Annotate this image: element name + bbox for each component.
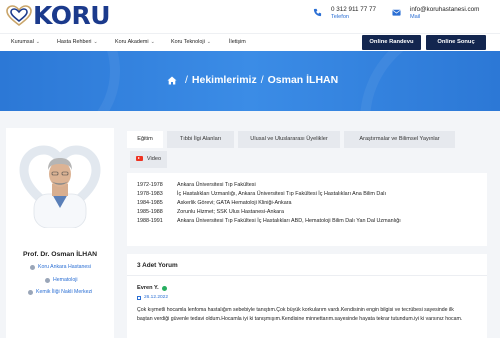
chevron-down-icon: ⌄: [206, 39, 211, 45]
koru-heart-logo-icon: [6, 5, 32, 27]
hospital-icon: [30, 264, 35, 270]
calendar-icon: [137, 295, 141, 300]
doctor-center[interactable]: Kemik İliği Nakli Merkezi: [28, 289, 92, 295]
nav-item-iletisim[interactable]: İletişim: [229, 39, 246, 45]
education-years: 1984-1985: [137, 200, 163, 206]
doctor-photo: [14, 134, 106, 228]
nav-item-kurumsal[interactable]: Kurumsal ⌄: [11, 39, 40, 45]
phone-label: Telefon: [331, 14, 350, 20]
comment-date-text: 26.12.2022: [144, 295, 169, 300]
education-years: 1978-1983: [137, 191, 163, 197]
hospital-label: Koru Ankara Hastanesi: [38, 264, 92, 270]
department-label: Hematoloji: [53, 277, 78, 283]
verified-check-icon: [161, 285, 167, 291]
online-result-button[interactable]: Online Sonuç: [426, 35, 486, 50]
doctor-profile-card: [6, 128, 114, 338]
education-row: 1972-1978 Ankara Üniversitesi Tıp Fakülte…: [137, 182, 256, 188]
comment-date: 26.12.2022: [137, 295, 168, 300]
education-row: 1985-1988 Zorunlu Hizmet; SSK Ulus Hastan…: [137, 209, 284, 215]
logo-wordmark: KORU: [33, 1, 111, 30]
nav-label: Kurumsal: [11, 39, 34, 45]
nav-item-koru-teknoloji[interactable]: Koru Teknoloji ⌄: [171, 39, 211, 45]
education-years: 1972-1978: [137, 182, 163, 188]
nav-label: Hasta Rehberi: [57, 39, 92, 45]
home-icon[interactable]: [167, 76, 177, 85]
chevron-down-icon: ⌄: [150, 39, 155, 45]
tab-video-label: Video: [146, 156, 162, 162]
youtube-icon: [135, 156, 143, 162]
breadcrumb-current: Osman İLHAN: [267, 74, 339, 86]
comments-title: 3 Adet Yorum: [137, 262, 178, 269]
education-row: 1978-1983 İç Hastalıkları Uzmanlığı, Anka…: [137, 191, 386, 197]
education-text: Ankara Üniversitesi Tıp Fakültesi İç Has…: [177, 218, 401, 224]
doctor-name: Prof. Dr. Osman İLHAN: [22, 251, 98, 258]
koru-logo[interactable]: KORU: [6, 1, 111, 30]
breadcrumb: / Hekimlerimiz / Osman İLHAN: [167, 74, 338, 86]
phone-icon: [313, 8, 322, 17]
banner-decor: [0, 51, 120, 111]
nav-label: Koru Akademi: [115, 39, 149, 45]
education-years: 1988-1991: [137, 218, 163, 224]
education-text: Ankara Üniversitesi Tıp Fakültesi: [177, 182, 256, 188]
chevron-down-icon: ⌄: [93, 39, 98, 45]
mail-icon: [392, 9, 401, 16]
education-row: 1984-1985 Askerlik Görevi; GATA Hematoloj…: [137, 200, 292, 206]
tab-uyelikler[interactable]: Ulusal ve Uluslararası Üyelikler: [238, 131, 340, 148]
banner-decor: [360, 51, 500, 111]
nav-item-hasta-rehberi[interactable]: Hasta Rehberi ⌄: [57, 39, 98, 45]
department-icon: [45, 277, 50, 283]
phone-contact[interactable]: 0 312 911 77 77 Telefon: [313, 6, 376, 21]
education-text: Askerlik Görevi; GATA Hematoloji Kliniği…: [177, 200, 292, 206]
mail-contact[interactable]: info@koruhastanesi.com Mail: [392, 6, 479, 21]
comment-author: Evren Y.: [137, 285, 167, 291]
education-text: İç Hastalıkları Uzmanlığı, Ankara Üniver…: [177, 191, 387, 197]
nav-label: Koru Teknoloji: [171, 39, 205, 45]
top-header: KORU 0 312 911 77 77 Telefon info@koruha…: [0, 0, 500, 33]
education-panel: 1972-1978 Ankara Üniversitesi Tıp Fakülte…: [127, 173, 487, 246]
nav-label: İletişim: [229, 39, 246, 45]
education-row: 1988-1991 Ankara Üniversitesi Tıp Fakülte…: [137, 218, 401, 224]
comment-author-name: Evren Y.: [137, 285, 159, 291]
center-label: Kemik İliği Nakli Merkezi: [36, 289, 93, 295]
center-icon: [28, 289, 33, 295]
mail-address: info@koruhastanesi.com: [410, 6, 480, 13]
phone-number: 0 312 911 77 77: [331, 6, 377, 13]
education-text: Zorunlu Hizmet; SSK Ulus Hastanesi-Ankar…: [177, 209, 284, 215]
chevron-down-icon: ⌄: [35, 39, 40, 45]
tab-video[interactable]: Video: [130, 151, 167, 168]
breadcrumb-separator: /: [260, 74, 264, 86]
nav-item-koru-akademi[interactable]: Koru Akademi ⌄: [115, 39, 155, 45]
divider: [127, 275, 487, 276]
doctor-hospital[interactable]: Koru Ankara Hastanesi: [30, 264, 91, 270]
tab-arastirmalar[interactable]: Araştırmalar ve Bilimsel Yayınlar: [344, 131, 455, 148]
mail-label: Mail: [410, 14, 421, 20]
main-nav: Kurumsal ⌄ Hasta Rehberi ⌄ Koru Akademi ⌄ K…: [0, 33, 500, 51]
doctor-department[interactable]: Hematoloji: [45, 277, 78, 283]
comments-panel: 3 Adet Yorum Evren Y. 26.12.2022 Çok kıy…: [127, 254, 487, 338]
comment-text: Çok kıymetli hocamla lenfoma hastalığım …: [137, 307, 463, 322]
breadcrumb-section[interactable]: Hekimlerimiz: [192, 74, 257, 86]
education-years: 1985-1988: [137, 209, 163, 215]
breadcrumb-separator: /: [185, 74, 188, 86]
tab-tibbi-ilgi-alanlari[interactable]: Tıbbi İlgi Alanları: [167, 131, 234, 148]
tab-egitim[interactable]: Eğitim: [127, 131, 163, 148]
page-banner: / Hekimlerimiz / Osman İLHAN: [0, 51, 500, 111]
online-appointment-button[interactable]: Online Randevu: [362, 35, 421, 50]
